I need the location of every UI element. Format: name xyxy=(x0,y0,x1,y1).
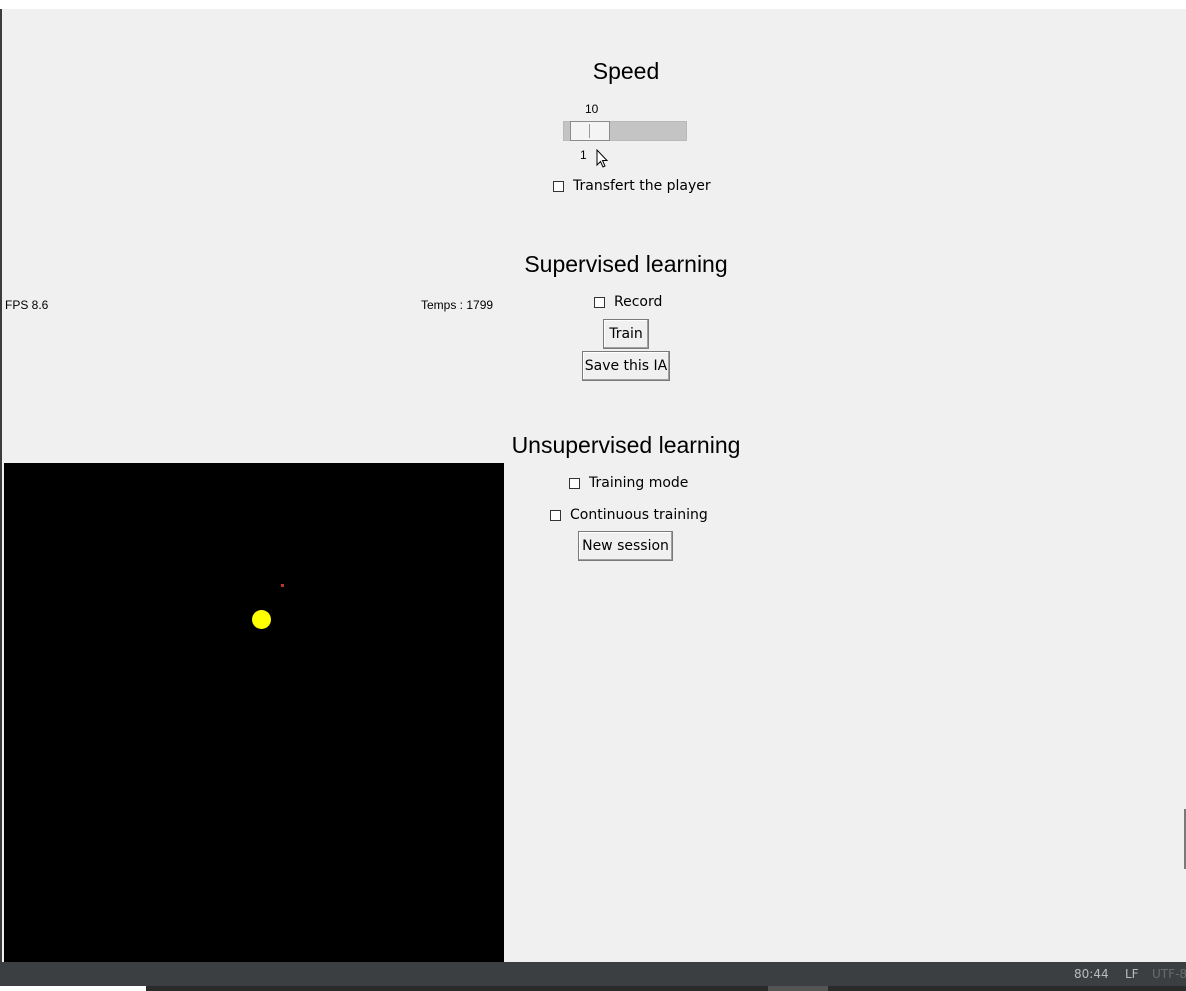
player-ball xyxy=(252,610,271,629)
taskbar-strip xyxy=(146,986,1186,991)
file-encoding[interactable]: UTF-8 xyxy=(1152,967,1186,981)
record-checkbox[interactable] xyxy=(594,296,605,308)
save-ia-button[interactable]: Save this IA xyxy=(582,351,670,381)
new-session-button[interactable]: New session xyxy=(578,531,673,561)
mouse-cursor-icon xyxy=(596,149,609,168)
line-ending[interactable]: LF xyxy=(1125,967,1139,981)
ide-status-bar: 80:44 LF UTF-8 xyxy=(0,962,1186,986)
transfer-player-checkbox-row[interactable]: Transfert the player xyxy=(553,178,711,194)
training-mode-checkbox-row[interactable]: Training mode xyxy=(569,475,688,491)
training-mode-checkbox[interactable] xyxy=(569,477,580,489)
app-window: Speed 10 1 Transfert the player Supervis… xyxy=(0,9,1186,963)
train-button[interactable]: Train xyxy=(603,319,649,349)
cursor-position[interactable]: 80:44 xyxy=(1074,967,1109,981)
taskbar-indicator xyxy=(768,986,828,991)
fps-label: FPS 8.6 xyxy=(5,298,49,312)
game-canvas[interactable] xyxy=(4,463,504,963)
continuous-training-label: Continuous training xyxy=(570,507,708,523)
record-checkbox-row[interactable]: Record xyxy=(594,294,662,310)
slider-max-label: 10 xyxy=(585,102,599,116)
window-border xyxy=(0,9,2,962)
time-label: Temps : 1799 xyxy=(421,298,494,312)
training-mode-label: Training mode xyxy=(589,475,689,491)
record-label: Record xyxy=(614,294,663,310)
transfer-player-checkbox[interactable] xyxy=(553,180,564,192)
supervised-title: Supervised learning xyxy=(524,251,728,277)
transfer-player-label: Transfert the player xyxy=(573,178,711,194)
target-dot xyxy=(281,584,284,587)
speed-title: Speed xyxy=(592,58,660,84)
slider-value-label: 1 xyxy=(580,148,587,162)
continuous-training-checkbox-row[interactable]: Continuous training xyxy=(550,507,708,523)
speed-slider-thumb[interactable] xyxy=(570,121,610,141)
unsupervised-title: Unsupervised learning xyxy=(511,432,741,458)
continuous-training-checkbox[interactable] xyxy=(550,509,561,521)
